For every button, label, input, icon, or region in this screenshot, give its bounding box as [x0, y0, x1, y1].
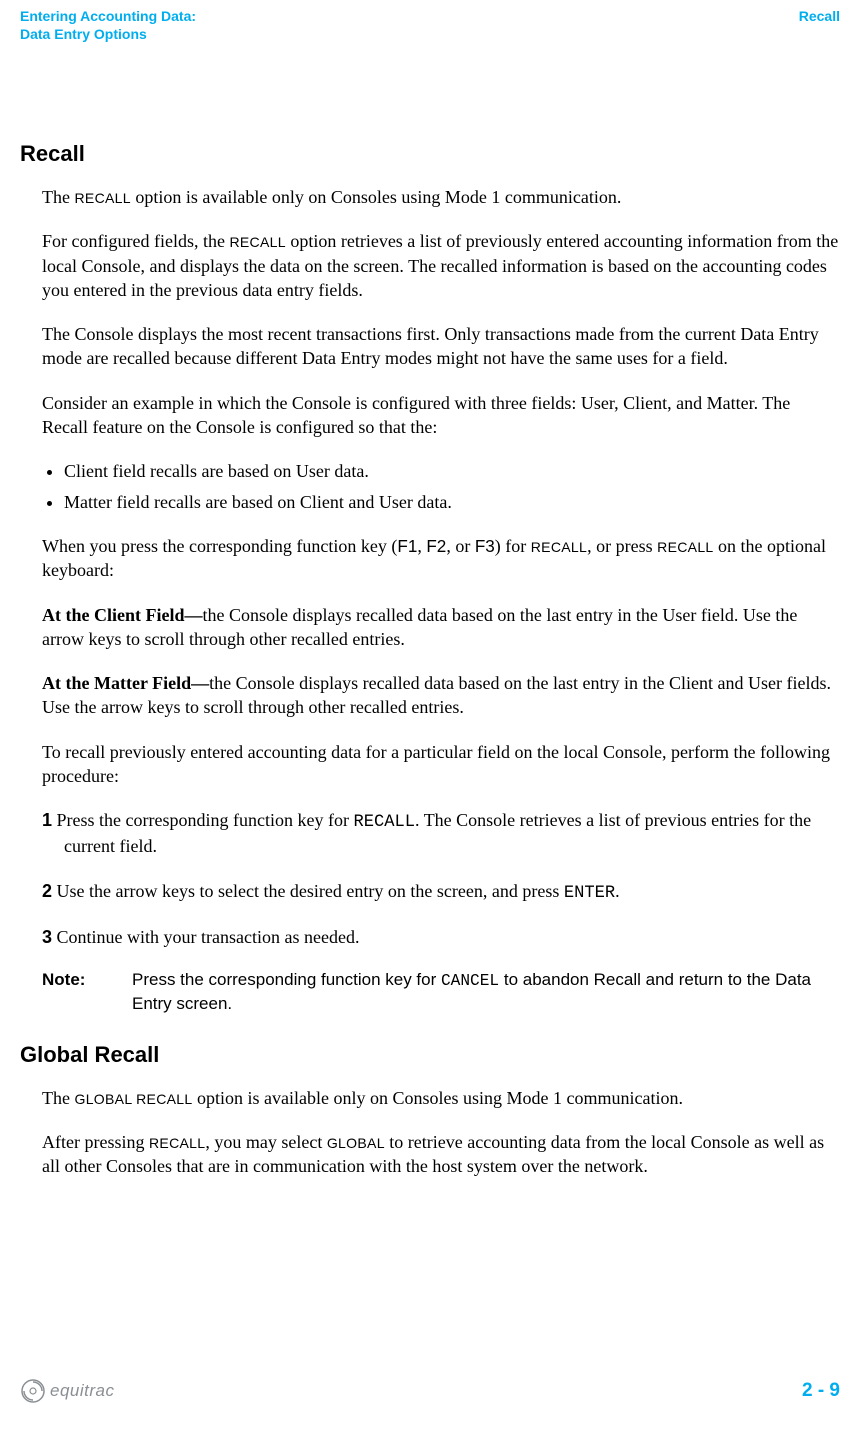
step-1: 1 Press the corresponding function key f…	[42, 808, 840, 858]
keyword-recall: RECALL	[149, 1135, 205, 1151]
text: The	[42, 187, 74, 207]
paragraph: At the Client Field—the Console displays…	[42, 603, 840, 652]
keyword-recall: RECALL	[74, 190, 130, 206]
text: .	[615, 881, 620, 901]
keyword-global: GLOBAL	[327, 1135, 385, 1151]
field-label-client: At the Client Field—	[42, 605, 202, 625]
running-header: Entering Accounting Data: Data Entry Opt…	[20, 8, 840, 43]
header-right: Recall	[799, 8, 840, 43]
note-block: Note: Press the corresponding function k…	[42, 969, 840, 1016]
keyword-recall: RECALL	[657, 539, 713, 555]
page-footer: equitrac 2 - 9	[20, 1378, 840, 1404]
step-number: 1	[42, 810, 52, 830]
header-left-line1: Entering Accounting Data:	[20, 8, 196, 24]
key-f3: F3	[475, 537, 495, 556]
key-f1: F1	[397, 537, 417, 556]
text: , or	[446, 536, 475, 556]
paragraph: When you press the corresponding functio…	[42, 534, 840, 583]
step-number: 2	[42, 881, 52, 901]
paragraph: At the Matter Field—the Console displays…	[42, 671, 840, 720]
text: The	[42, 1088, 74, 1108]
paragraph: To recall previously entered accounting …	[42, 740, 840, 789]
keyword-recall-mono: RECALL	[353, 813, 415, 832]
text: When you press the corresponding functio…	[42, 536, 397, 556]
text: Continue with your transaction as needed…	[52, 927, 359, 947]
text: Use the arrow keys to select the desired…	[52, 881, 564, 901]
keyword-recall: RECALL	[229, 234, 285, 250]
text: , or press	[587, 536, 657, 556]
text: Press the corresponding function key for	[52, 810, 353, 830]
list-item: Client field recalls are based on User d…	[64, 459, 840, 483]
paragraph: For configured fields, the RECALL option…	[42, 229, 840, 302]
note-label: Note:	[42, 969, 132, 992]
key-f2: F2	[426, 537, 446, 556]
page-container: Entering Accounting Data: Data Entry Opt…	[0, 0, 860, 1440]
text: After pressing	[42, 1132, 149, 1152]
keyword-enter-mono: ENTER	[564, 884, 615, 903]
text: option is available only on Consoles usi…	[193, 1088, 683, 1108]
header-left-line2: Data Entry Options	[20, 26, 147, 42]
paragraph: The RECALL option is available only on C…	[42, 185, 840, 209]
text: option is available only on Consoles usi…	[131, 187, 621, 207]
bullet-list: Client field recalls are based on User d…	[42, 459, 840, 514]
note-text: Press the corresponding function key for…	[132, 969, 840, 1016]
keyword-global-recall: GLOBAL RECALL	[74, 1091, 192, 1107]
logo-text: equitrac	[50, 1381, 114, 1401]
step-3: 3 Continue with your transaction as need…	[42, 925, 840, 949]
text: ,	[417, 536, 426, 556]
text: , you may select	[205, 1132, 326, 1152]
paragraph: After pressing RECALL, you may select GL…	[42, 1130, 840, 1179]
section-global-recall-body: The GLOBAL RECALL option is available on…	[42, 1086, 840, 1179]
logo: equitrac	[20, 1378, 114, 1404]
text: Press the corresponding function key for	[132, 970, 441, 989]
field-label-matter: At the Matter Field—	[42, 673, 209, 693]
paragraph: Consider an example in which the Console…	[42, 391, 840, 440]
step-number: 3	[42, 927, 52, 947]
logo-swirl-icon	[20, 1378, 46, 1404]
section-heading-global-recall: Global Recall	[20, 1042, 840, 1068]
keyword-cancel-mono: CANCEL	[441, 972, 499, 990]
page-number: 2 - 9	[802, 1380, 840, 1402]
paragraph: The Console displays the most recent tra…	[42, 322, 840, 371]
text: For configured fields, the	[42, 231, 229, 251]
section-heading-recall: Recall	[20, 141, 840, 167]
list-item: Matter field recalls are based on Client…	[64, 490, 840, 514]
keyword-recall: RECALL	[531, 539, 587, 555]
step-2: 2 Use the arrow keys to select the desir…	[42, 879, 840, 905]
paragraph: The GLOBAL RECALL option is available on…	[42, 1086, 840, 1110]
text: ) for	[495, 536, 531, 556]
section-recall-body: The RECALL option is available only on C…	[42, 185, 840, 1016]
header-left: Entering Accounting Data: Data Entry Opt…	[20, 8, 196, 43]
